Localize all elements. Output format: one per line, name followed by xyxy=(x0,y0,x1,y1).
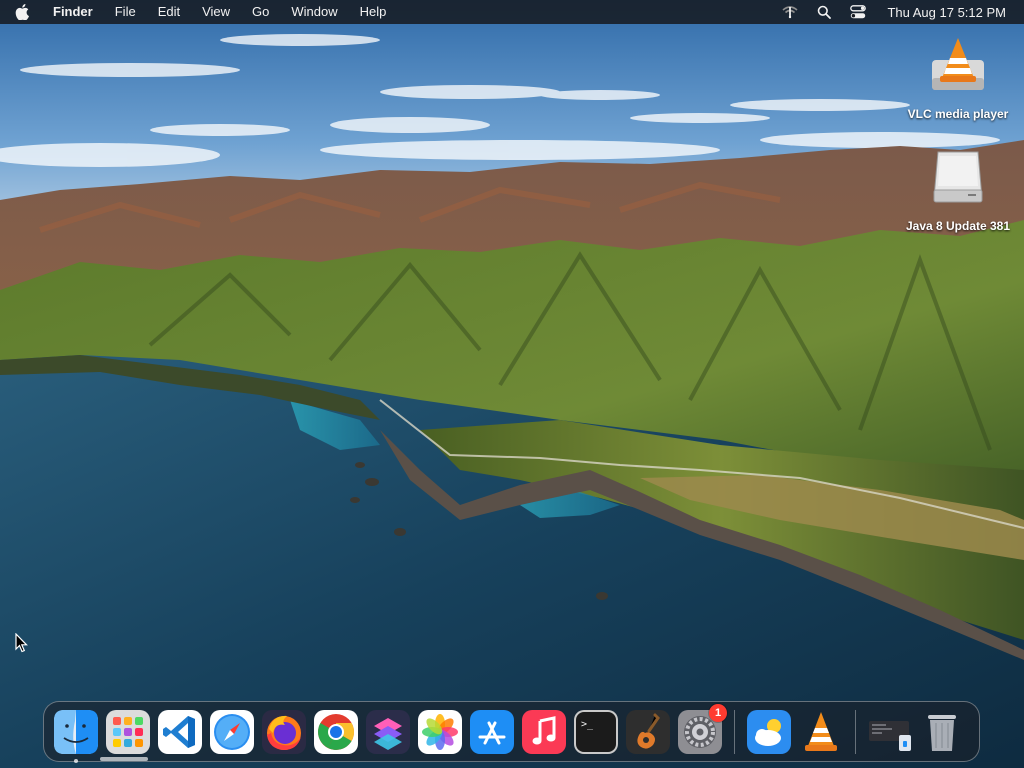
control-center-icon[interactable] xyxy=(841,0,875,24)
chrome-icon xyxy=(314,709,358,754)
menu-window[interactable]: Window xyxy=(280,0,348,24)
dock-item-safari[interactable] xyxy=(209,709,255,755)
dock-item-weather[interactable] xyxy=(746,709,792,755)
safari-icon xyxy=(210,709,254,754)
dock-item-chrome[interactable] xyxy=(313,709,359,755)
photos-icon xyxy=(418,709,462,754)
dock-item-vlc[interactable] xyxy=(798,709,844,755)
dock-item-shortcuts[interactable] xyxy=(365,709,411,755)
vlc-icon xyxy=(805,711,837,751)
weather-icon xyxy=(747,709,791,754)
dock-separator xyxy=(855,709,856,754)
notification-badge: 1 xyxy=(709,703,727,722)
mouse-cursor-icon xyxy=(15,633,28,653)
dock: >_ 1 xyxy=(43,701,980,763)
desktop-icon-java[interactable]: Java 8 Update 381 xyxy=(893,146,1023,233)
downloads-stack-icon xyxy=(869,720,911,751)
dock-item-vscode[interactable] xyxy=(157,709,203,755)
dock-item-photos[interactable] xyxy=(417,709,463,755)
dock-item-terminal[interactable]: >_ xyxy=(573,709,619,755)
music-icon xyxy=(522,709,566,754)
finder-icon xyxy=(54,709,98,754)
desktop-icon-label: VLC media player xyxy=(907,107,1009,121)
desktop-icon-vlc[interactable]: VLC media player xyxy=(893,34,1023,121)
dock-item-finder[interactable] xyxy=(53,709,99,763)
desktop-icon-label: Java 8 Update 381 xyxy=(905,219,1011,233)
shortcuts-icon xyxy=(366,709,410,754)
menu-file[interactable]: File xyxy=(104,0,147,24)
menu-bar: Finder File Edit View Go Window Help Thu… xyxy=(0,0,1024,24)
dock-item-downloads-stack[interactable] xyxy=(867,709,913,755)
dock-item-launchpad[interactable] xyxy=(105,709,151,755)
search-icon[interactable] xyxy=(807,0,841,24)
wifi-off-icon[interactable] xyxy=(773,0,807,24)
dock-item-app-store[interactable] xyxy=(469,709,515,755)
dock-item-firefox[interactable] xyxy=(261,709,307,755)
menu-edit[interactable]: Edit xyxy=(147,0,191,24)
vlc-icon xyxy=(932,38,984,90)
garageband-icon xyxy=(626,709,670,754)
menu-go[interactable]: Go xyxy=(241,0,280,24)
dock-item-garageband[interactable] xyxy=(625,709,671,755)
dock-item-music[interactable] xyxy=(521,709,567,755)
firefox-icon xyxy=(262,709,306,754)
vscode-icon xyxy=(158,709,202,754)
terminal-icon: >_ xyxy=(574,709,618,754)
menu-view[interactable]: View xyxy=(191,0,241,24)
menu-app-finder[interactable]: Finder xyxy=(44,0,104,24)
apple-menu-icon[interactable] xyxy=(0,0,44,24)
dock-scroll-indicator xyxy=(100,757,148,761)
desktop-wallpaper xyxy=(0,0,1024,768)
app-store-icon xyxy=(470,709,514,754)
menu-bar-clock[interactable]: Thu Aug 17 5:12 PM xyxy=(875,5,1006,20)
dock-separator xyxy=(734,709,735,754)
launchpad-icon xyxy=(106,709,150,754)
disk-image-icon xyxy=(933,151,983,203)
dock-item-system-settings[interactable]: 1 xyxy=(677,703,727,755)
menu-help[interactable]: Help xyxy=(349,0,398,24)
dock-item-trash[interactable] xyxy=(919,709,965,755)
running-indicator xyxy=(74,758,78,763)
trash-icon xyxy=(928,714,956,751)
terminal-prompt-text: >_ xyxy=(581,719,594,730)
